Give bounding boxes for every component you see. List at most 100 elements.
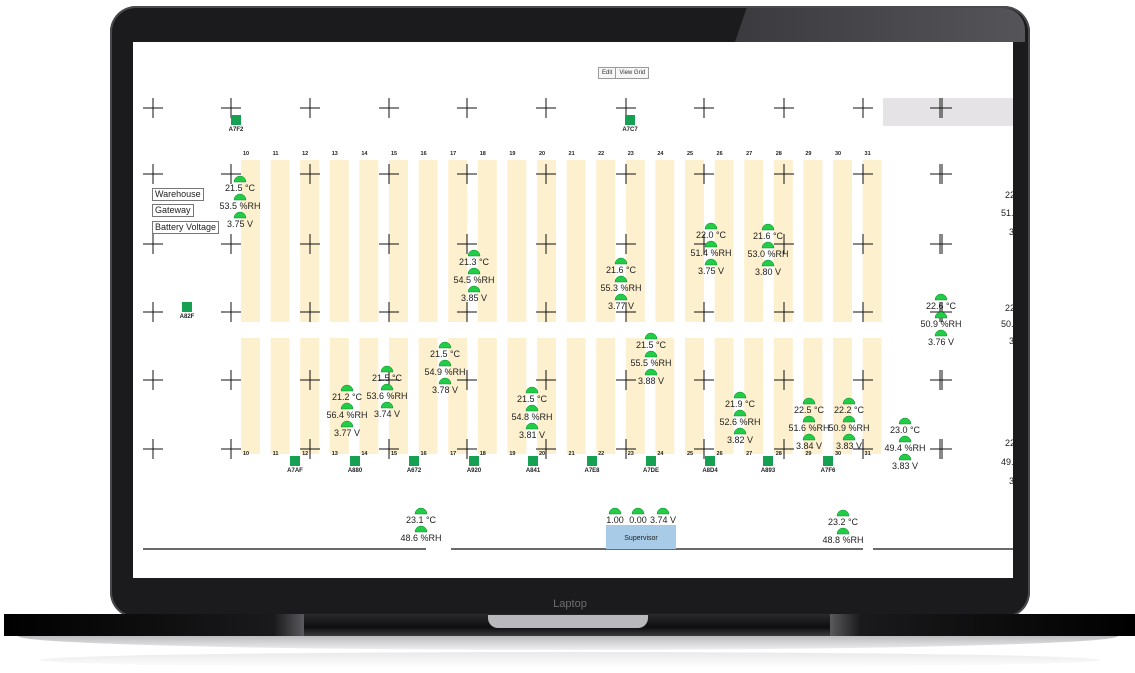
sensor-icon[interactable]: [761, 241, 775, 249]
gateway-node[interactable]: [469, 456, 479, 466]
sensor-icon[interactable]: [644, 332, 658, 340]
sensor-icon[interactable]: [644, 350, 658, 358]
aisle-number: 20: [539, 451, 545, 457]
sensor-icon[interactable]: [525, 404, 539, 412]
aisle-number: 20: [539, 151, 545, 157]
sensor-icon[interactable]: [608, 507, 622, 515]
sensor-icon[interactable]: [614, 257, 628, 265]
aisle-number: 30: [835, 451, 841, 457]
grid-marker: [143, 164, 163, 184]
gateway-node[interactable]: [763, 456, 773, 466]
gateway-node[interactable]: [182, 302, 192, 312]
aisle-number: 21: [569, 151, 575, 157]
grid-marker: [143, 439, 163, 459]
edit-button[interactable]: Edit: [599, 68, 617, 78]
grid-marker: [457, 98, 477, 118]
sensor-voltage: 3.77 V: [334, 428, 360, 438]
aisle-number: 22: [598, 451, 604, 457]
sensor-icon[interactable]: [898, 435, 912, 443]
gateway-node[interactable]: [823, 456, 833, 466]
view-grid-button[interactable]: View Grid: [616, 68, 648, 78]
grid-marker: [930, 370, 950, 390]
grid-marker: [774, 98, 794, 118]
grid-marker: [221, 370, 241, 390]
laptop-base-underside: [18, 636, 1118, 650]
sensor-temperature: 22.5 °C: [794, 405, 825, 415]
legend-gateway[interactable]: Gateway: [152, 204, 194, 217]
aisle-number: 26: [717, 451, 723, 457]
grid-marker: [221, 302, 241, 322]
aisle-lower: [596, 338, 616, 454]
grid-marker: [930, 234, 950, 254]
aisle-number: 15: [391, 151, 397, 157]
aisle-number: 14: [361, 151, 368, 157]
sensor-voltage: 3.83 V: [892, 461, 918, 471]
sensor-icon[interactable]: [656, 507, 670, 515]
aisle-number: 13: [332, 451, 338, 457]
sensor-humidity: 55.5 %RH: [630, 358, 671, 368]
sensor-icon[interactable]: [644, 368, 658, 376]
sensor-temperature: 23.2 °C: [828, 517, 859, 527]
aisle-upper: [744, 160, 764, 322]
sensor-temperature: 21.3 °C: [459, 257, 490, 267]
sensor-icon[interactable]: [525, 386, 539, 394]
gateway-node[interactable]: [587, 456, 597, 466]
sensor-icon[interactable]: [614, 293, 628, 301]
gateway-node[interactable]: [646, 456, 656, 466]
sensor-icon[interactable]: [934, 311, 948, 319]
grid-marker: [930, 164, 950, 184]
sensor-icon[interactable]: [631, 507, 645, 515]
gateway-node[interactable]: [625, 115, 635, 125]
gateway-node[interactable]: [528, 456, 538, 466]
gateway-node[interactable]: [231, 115, 241, 125]
aisle-lower: [773, 338, 793, 454]
sensor-icon[interactable]: [525, 422, 539, 430]
sensor-icon[interactable]: [761, 259, 775, 267]
sensor-icon[interactable]: [836, 509, 850, 517]
laptop-base-right: [830, 614, 1135, 636]
legend-battery-voltage[interactable]: Battery Voltage: [152, 221, 220, 234]
aisle-upper: [359, 160, 379, 322]
sensor-icon[interactable]: [761, 223, 775, 231]
aisle-number: 13: [332, 151, 338, 157]
gateway-label: A893: [761, 468, 776, 474]
aisle-number: 29: [805, 451, 811, 457]
screen: 10 10 11 11 12 12 13 13 14 14 15 15 16 16 17 17 18 18 19 19…: [133, 42, 1013, 578]
aisle-upper: [389, 160, 408, 322]
sensor-icon[interactable]: [614, 275, 628, 283]
aisle-number: 23: [628, 451, 634, 457]
aisle-number: 14: [361, 451, 368, 457]
gateway-node[interactable]: [409, 456, 419, 466]
sensor-temperature: 21.5 °C: [372, 373, 403, 383]
sensor-icon[interactable]: [898, 453, 912, 461]
supervisor-value: 3.74 V: [650, 515, 676, 525]
gateway-node[interactable]: [290, 456, 300, 466]
sensor-temperature: 22.2 °C: [834, 405, 865, 415]
aisle-lower: [655, 338, 675, 454]
edge-value: 22: [1005, 438, 1013, 448]
gateway-node[interactable]: [705, 456, 715, 466]
toolbar: Edit View Grid: [598, 67, 650, 79]
sensor-icon[interactable]: [836, 527, 850, 535]
sensor-icon[interactable]: [898, 417, 912, 425]
sensor-humidity: 53.6 %RH: [366, 391, 407, 401]
grid-marker: [221, 439, 241, 459]
sensor-icon[interactable]: [414, 525, 428, 533]
sensor-icon[interactable]: [934, 329, 948, 337]
aisle-lower: [270, 338, 290, 454]
gateway-label: A7C7: [622, 127, 638, 133]
sensor-temperature: 23.1 °C: [406, 515, 437, 525]
grid-marker: [143, 370, 163, 390]
aisle-number: 19: [509, 451, 515, 457]
aisle-upper: [862, 160, 882, 322]
sensor-voltage: 3.81 V: [519, 430, 545, 440]
aisle-number: 18: [480, 151, 486, 157]
sensor-voltage: 3.76 V: [928, 337, 954, 347]
gateway-node[interactable]: [350, 456, 360, 466]
sensor-icon[interactable]: [934, 293, 948, 301]
aisle-upper: [418, 160, 438, 322]
sensor-icon[interactable]: [414, 507, 428, 515]
aisle-lower: [685, 338, 704, 454]
legend-warehouse[interactable]: Warehouse: [152, 188, 204, 201]
grid-marker: [930, 439, 950, 459]
